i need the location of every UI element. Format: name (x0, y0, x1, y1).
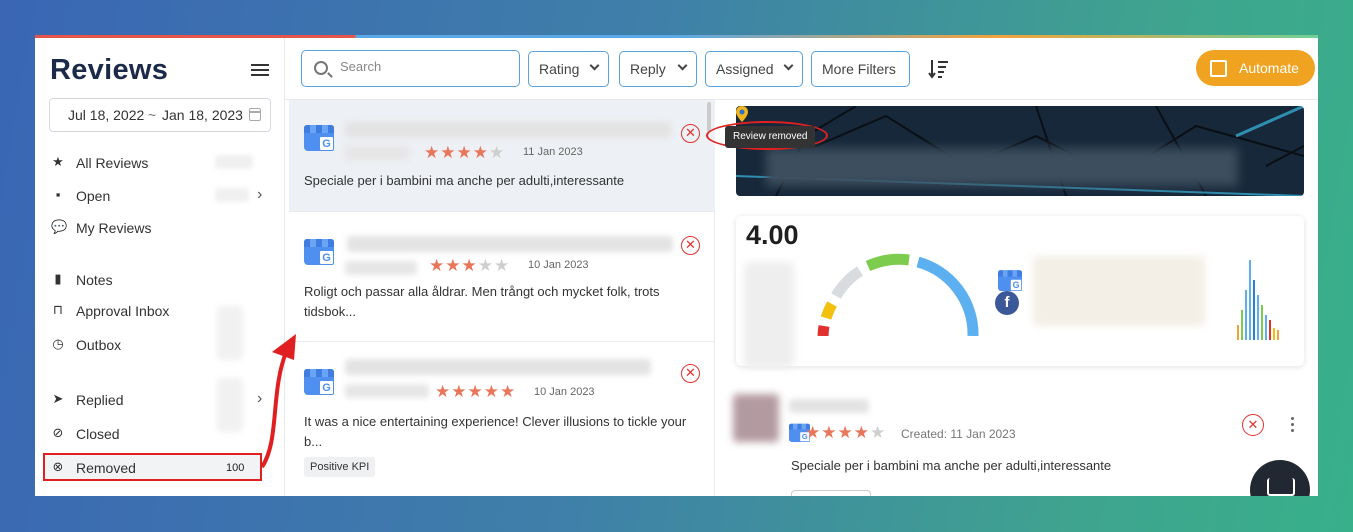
annotation-arrow (260, 334, 296, 469)
